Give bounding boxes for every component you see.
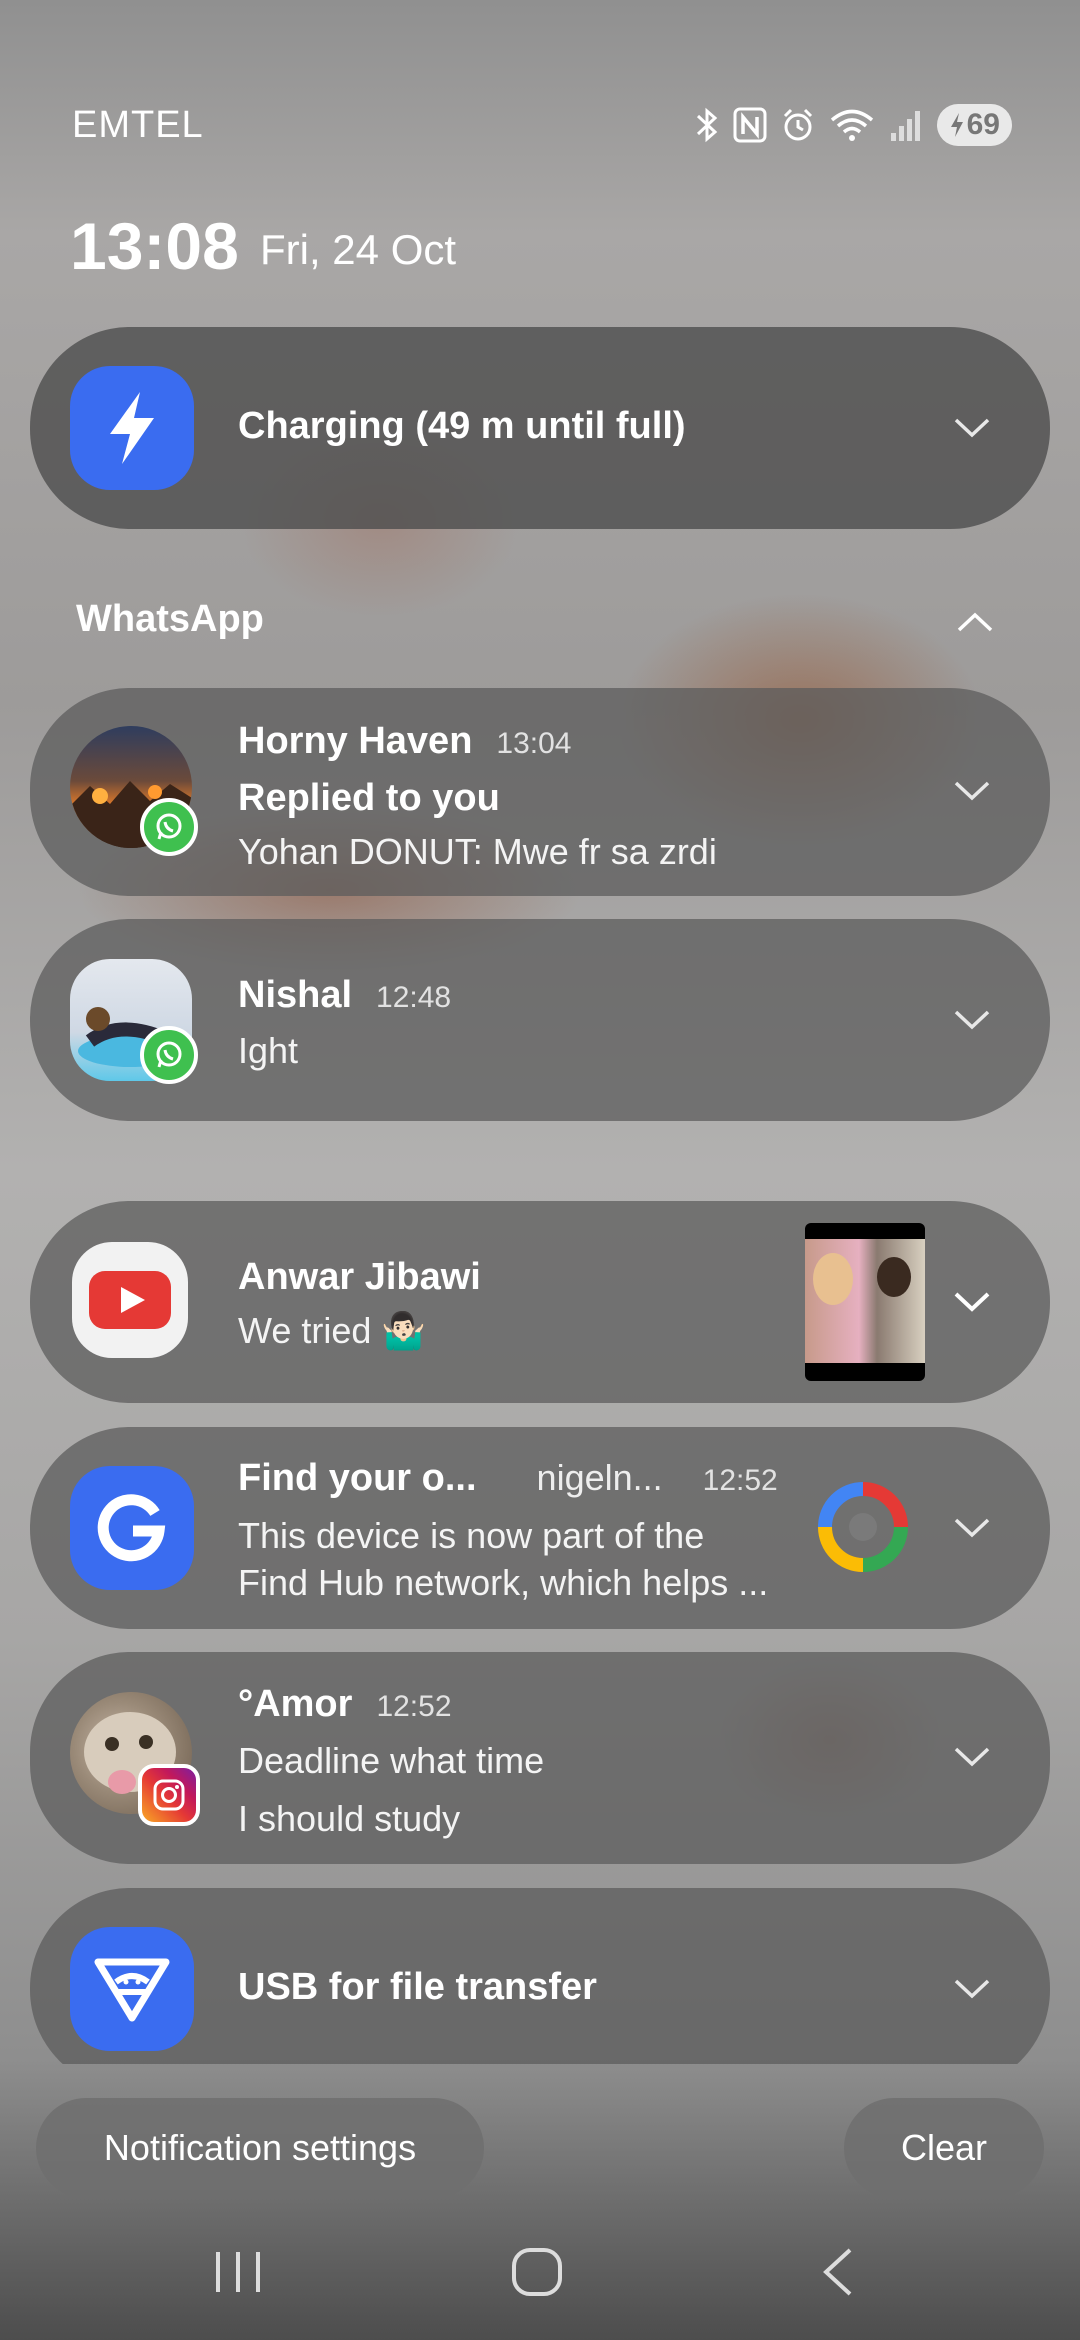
signal-icon bbox=[890, 111, 920, 141]
whatsapp-icon bbox=[140, 1026, 198, 1084]
google-notification[interactable]: Find your o... nigeln... 12:52 This device… bbox=[30, 1427, 1050, 1629]
instagram-notification[interactable]: °Amor 12:52 Deadline what time I should s… bbox=[30, 1652, 1050, 1864]
google-icon bbox=[70, 1466, 194, 1590]
clear-button[interactable]: Clear bbox=[844, 2098, 1044, 2198]
chevron-down-icon[interactable] bbox=[952, 1745, 992, 1769]
account-name: nigeln... bbox=[536, 1457, 663, 1498]
chevron-down-icon[interactable] bbox=[952, 779, 992, 803]
notification-title: Anwar Jibawi bbox=[238, 1256, 481, 1298]
usb-icon bbox=[70, 1927, 194, 2051]
notification-line-2: I should study bbox=[238, 1798, 461, 1839]
notification-time: 12:52 bbox=[702, 1464, 778, 1497]
navigation-bar bbox=[0, 2200, 1080, 2340]
chevron-down-icon[interactable] bbox=[952, 1977, 992, 2001]
battery-charging-icon bbox=[950, 113, 963, 137]
recents-icon[interactable] bbox=[208, 2248, 268, 2296]
battery-indicator: 69 bbox=[936, 104, 1012, 146]
usb-title: USB for file transfer bbox=[238, 1966, 597, 2008]
whatsapp-icon bbox=[140, 798, 198, 856]
notification-title: Nishal 12:48 bbox=[238, 974, 452, 1016]
chevron-down-icon[interactable] bbox=[952, 416, 992, 440]
lightning-icon bbox=[70, 366, 194, 490]
instagram-icon bbox=[138, 1764, 200, 1826]
nfc-icon bbox=[733, 107, 767, 143]
date: Fri, 24 Oct bbox=[260, 226, 457, 273]
youtube-notification[interactable]: Anwar Jibawi We tried 🤷🏻‍♂️ bbox=[30, 1201, 1050, 1403]
notification-time: 12:52 bbox=[376, 1690, 452, 1723]
notification-time: 13:04 bbox=[496, 727, 572, 760]
notification-time: 12:48 bbox=[376, 981, 452, 1014]
notification-title: Horny Haven 13:04 bbox=[238, 720, 572, 762]
youtube-icon bbox=[72, 1242, 188, 1358]
charging-title: Charging (49 m until full) bbox=[238, 405, 686, 447]
chevron-up-icon[interactable] bbox=[955, 610, 995, 634]
charging-notification[interactable]: Charging (49 m until full) bbox=[30, 327, 1050, 529]
clock: 13:08 bbox=[70, 209, 239, 283]
notification-title: Find your o... nigeln... 12:52 bbox=[238, 1457, 778, 1499]
carrier-name: EMTEL bbox=[72, 104, 204, 146]
usb-notification[interactable]: USB for file transfer bbox=[30, 1888, 1050, 2064]
notification-settings-button[interactable]: Notification settings bbox=[36, 2098, 484, 2198]
whatsapp-notification-horny-haven[interactable]: Horny Haven 13:04 Replied to you Yohan DO… bbox=[30, 688, 1050, 896]
home-icon[interactable] bbox=[510, 2246, 564, 2298]
battery-level: 69 bbox=[966, 108, 1000, 141]
notification-text: We tried 🤷🏻‍♂️ bbox=[238, 1310, 427, 1351]
notification-line-1: Ight bbox=[238, 1030, 299, 1071]
notification-list-clip: USB for file transfer bbox=[0, 1880, 1080, 2064]
notification-line-1: Deadline what time bbox=[238, 1740, 545, 1781]
video-thumbnail bbox=[805, 1223, 925, 1381]
bluetooth-icon bbox=[696, 107, 717, 143]
chevron-down-icon[interactable] bbox=[952, 1008, 992, 1032]
notification-line-2: Find Hub network, which helps ... bbox=[238, 1562, 769, 1603]
alarm-icon bbox=[783, 108, 812, 141]
notification-line-1: This device is now part of the bbox=[238, 1515, 705, 1556]
chevron-down-icon[interactable] bbox=[952, 1516, 992, 1540]
whatsapp-notification-nishal[interactable]: Nishal 12:48 Ight bbox=[30, 919, 1050, 1121]
find-hub-icon bbox=[818, 1482, 908, 1572]
chevron-down-icon[interactable] bbox=[952, 1290, 992, 1314]
notification-title: °Amor 12:52 bbox=[238, 1683, 452, 1725]
wifi-icon bbox=[830, 109, 873, 141]
status-icons: 69 bbox=[695, 104, 1012, 146]
notification-line-2: Yohan DONUT: Mwe fr sa zrdi bbox=[238, 831, 717, 872]
back-icon[interactable] bbox=[818, 2246, 858, 2298]
whatsapp-section-label: WhatsApp bbox=[76, 598, 264, 640]
notification-line-1: Replied to you bbox=[238, 777, 500, 819]
